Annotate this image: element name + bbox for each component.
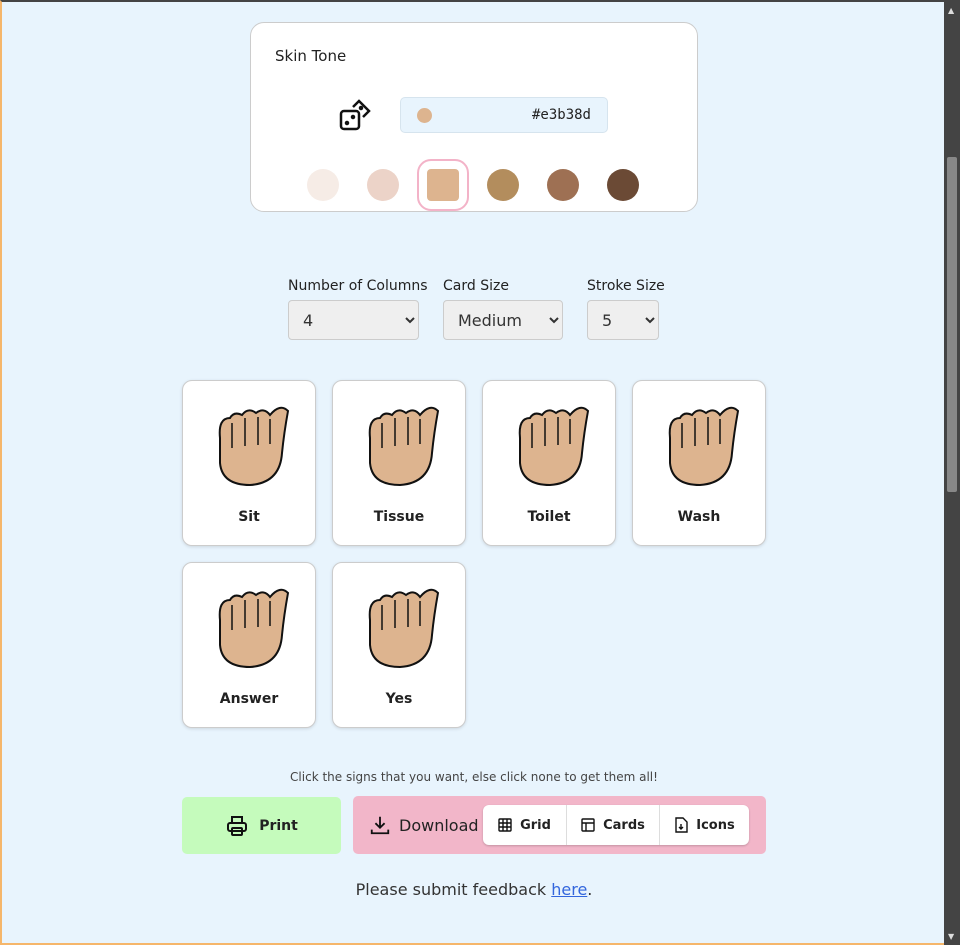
hand-sign-icon xyxy=(518,406,590,487)
skin-tone-title: Skin Tone xyxy=(275,47,347,65)
download-cards-button[interactable]: Cards xyxy=(567,805,660,845)
stroke-size-select[interactable]: 5 xyxy=(587,300,659,340)
download-icon xyxy=(370,816,390,835)
cards-label: Cards xyxy=(603,817,645,833)
download-label-group: Download xyxy=(369,814,479,836)
card-size-label: Card Size xyxy=(443,278,509,294)
sign-card[interactable]: Tissue xyxy=(332,380,466,546)
card-size-control: Card Size Medium xyxy=(443,278,563,340)
feedback-prefix: Please submit feedback xyxy=(355,880,552,899)
skin-swatch[interactable] xyxy=(307,169,339,201)
download-group: Download Grid Cards Icons xyxy=(353,796,766,854)
columns-label: Number of Columns xyxy=(288,278,428,294)
color-hex-input[interactable]: #e3b38d xyxy=(400,97,608,133)
stroke-size-label: Stroke Size xyxy=(587,278,665,294)
scrollbar-thumb[interactable] xyxy=(947,157,957,492)
icons-label: Icons xyxy=(696,817,735,833)
skin-tone-panel: Skin Tone #e3b38d xyxy=(250,22,698,212)
download-options: Grid Cards Icons xyxy=(483,805,749,845)
skin-tone-swatches xyxy=(307,159,639,211)
sign-label: Answer xyxy=(219,691,279,707)
hand-sign-icon xyxy=(368,588,440,669)
sign-label: Toilet xyxy=(527,509,571,525)
color-hex-value: #e3b38d xyxy=(531,107,591,123)
stroke-size-control: Stroke Size 5 xyxy=(587,278,665,340)
file-download-icon xyxy=(675,817,688,833)
print-button[interactable]: Print xyxy=(182,797,341,854)
sign-card[interactable]: Wash xyxy=(632,380,766,546)
columns-select[interactable]: 4 xyxy=(288,300,419,340)
hand-sign-icon xyxy=(368,406,440,487)
hand-sign-icon xyxy=(218,406,290,487)
download-label: Download xyxy=(399,815,479,835)
sign-label: Yes xyxy=(385,691,413,707)
skin-swatch[interactable] xyxy=(367,169,399,201)
print-label: Print xyxy=(259,817,298,834)
sign-card[interactable]: Answer xyxy=(182,562,316,728)
card-size-select[interactable]: Medium xyxy=(443,300,563,340)
selection-hint: Click the signs that you want, else clic… xyxy=(290,770,658,784)
grid-label: Grid xyxy=(520,817,551,833)
download-icons-button[interactable]: Icons xyxy=(660,805,749,845)
feedback-link[interactable]: here xyxy=(551,880,587,899)
download-grid-button[interactable]: Grid xyxy=(483,805,567,845)
sign-card[interactable]: Yes xyxy=(332,562,466,728)
columns-control: Number of Columns 4 xyxy=(288,278,428,340)
sign-card[interactable]: Toilet xyxy=(482,380,616,546)
hand-sign-icon xyxy=(668,406,740,487)
random-dice-icon[interactable] xyxy=(339,99,373,133)
sign-label: Tissue xyxy=(373,509,425,525)
scrollbar[interactable]: ▲ ▼ xyxy=(944,2,960,945)
grid-icon xyxy=(498,818,512,832)
skin-swatch[interactable] xyxy=(417,159,469,211)
feedback-end: . xyxy=(587,880,593,899)
printer-icon xyxy=(227,815,248,836)
feedback-text: Please submit feedback here. xyxy=(182,880,766,899)
hand-sign-icon xyxy=(218,588,290,669)
sign-label: Wash xyxy=(677,509,721,525)
skin-swatch[interactable] xyxy=(547,169,579,201)
sign-label: Sit xyxy=(238,509,260,525)
layout-icon xyxy=(581,818,595,832)
skin-swatch[interactable] xyxy=(487,169,519,201)
color-preview-dot xyxy=(417,108,432,123)
scroll-up-arrow[interactable]: ▲ xyxy=(948,6,954,15)
sign-card[interactable]: Sit xyxy=(182,380,316,546)
scroll-down-arrow[interactable]: ▼ xyxy=(948,932,954,941)
skin-swatch[interactable] xyxy=(607,169,639,201)
